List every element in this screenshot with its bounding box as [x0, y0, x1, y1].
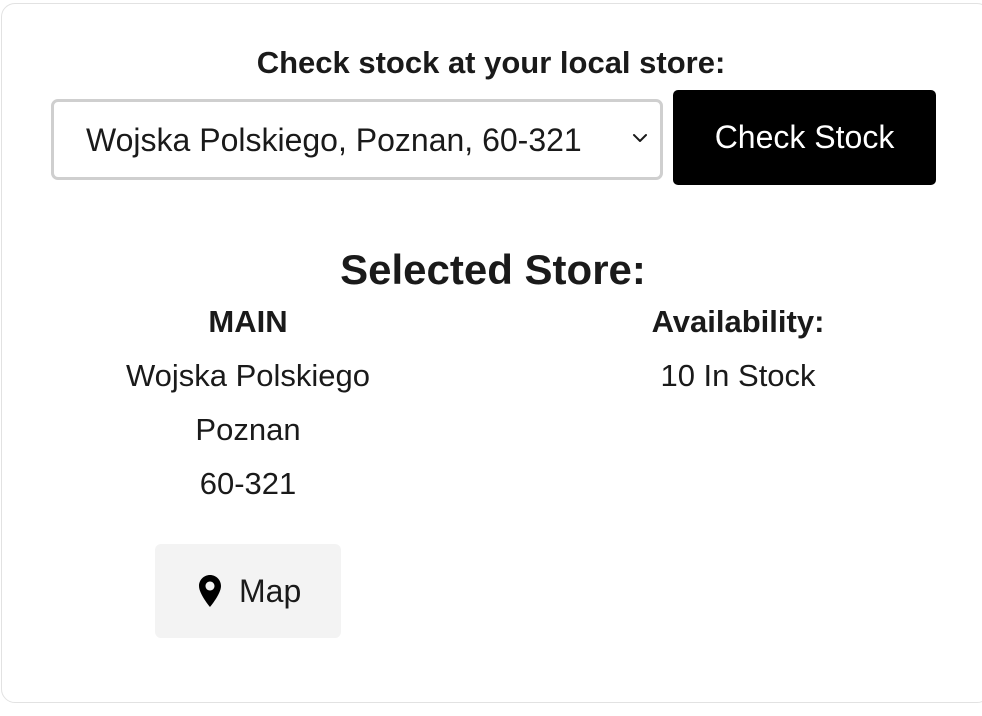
map-pin-icon [199, 575, 221, 607]
store-street: Wojska Polskiego [125, 358, 371, 393]
store-city: Poznan [195, 412, 301, 447]
availability-column: Availability: 10 In Stock [538, 302, 938, 403]
store-address-column: MAIN Wojska Polskiego Poznan 60-321 [48, 302, 448, 511]
map-button[interactable]: Map [155, 544, 341, 638]
stock-check-prompt: Check stock at your local store: [256, 45, 726, 80]
selected-store-title: Selected Store: [340, 246, 646, 293]
store-name: MAIN [208, 304, 288, 339]
check-stock-button[interactable]: Check Stock [673, 90, 936, 185]
store-select[interactable]: Wojska Polskiego, Poznan, 60-321 [51, 99, 663, 180]
store-select-value: Wojska Polskiego, Poznan, 60-321 [86, 122, 582, 158]
map-button-label: Map [239, 573, 302, 609]
chevron-down-icon [633, 134, 647, 142]
availability-label: Availability: [651, 304, 825, 339]
store-postal-code: 60-321 [199, 466, 297, 501]
availability-value: 10 In Stock [660, 358, 816, 393]
